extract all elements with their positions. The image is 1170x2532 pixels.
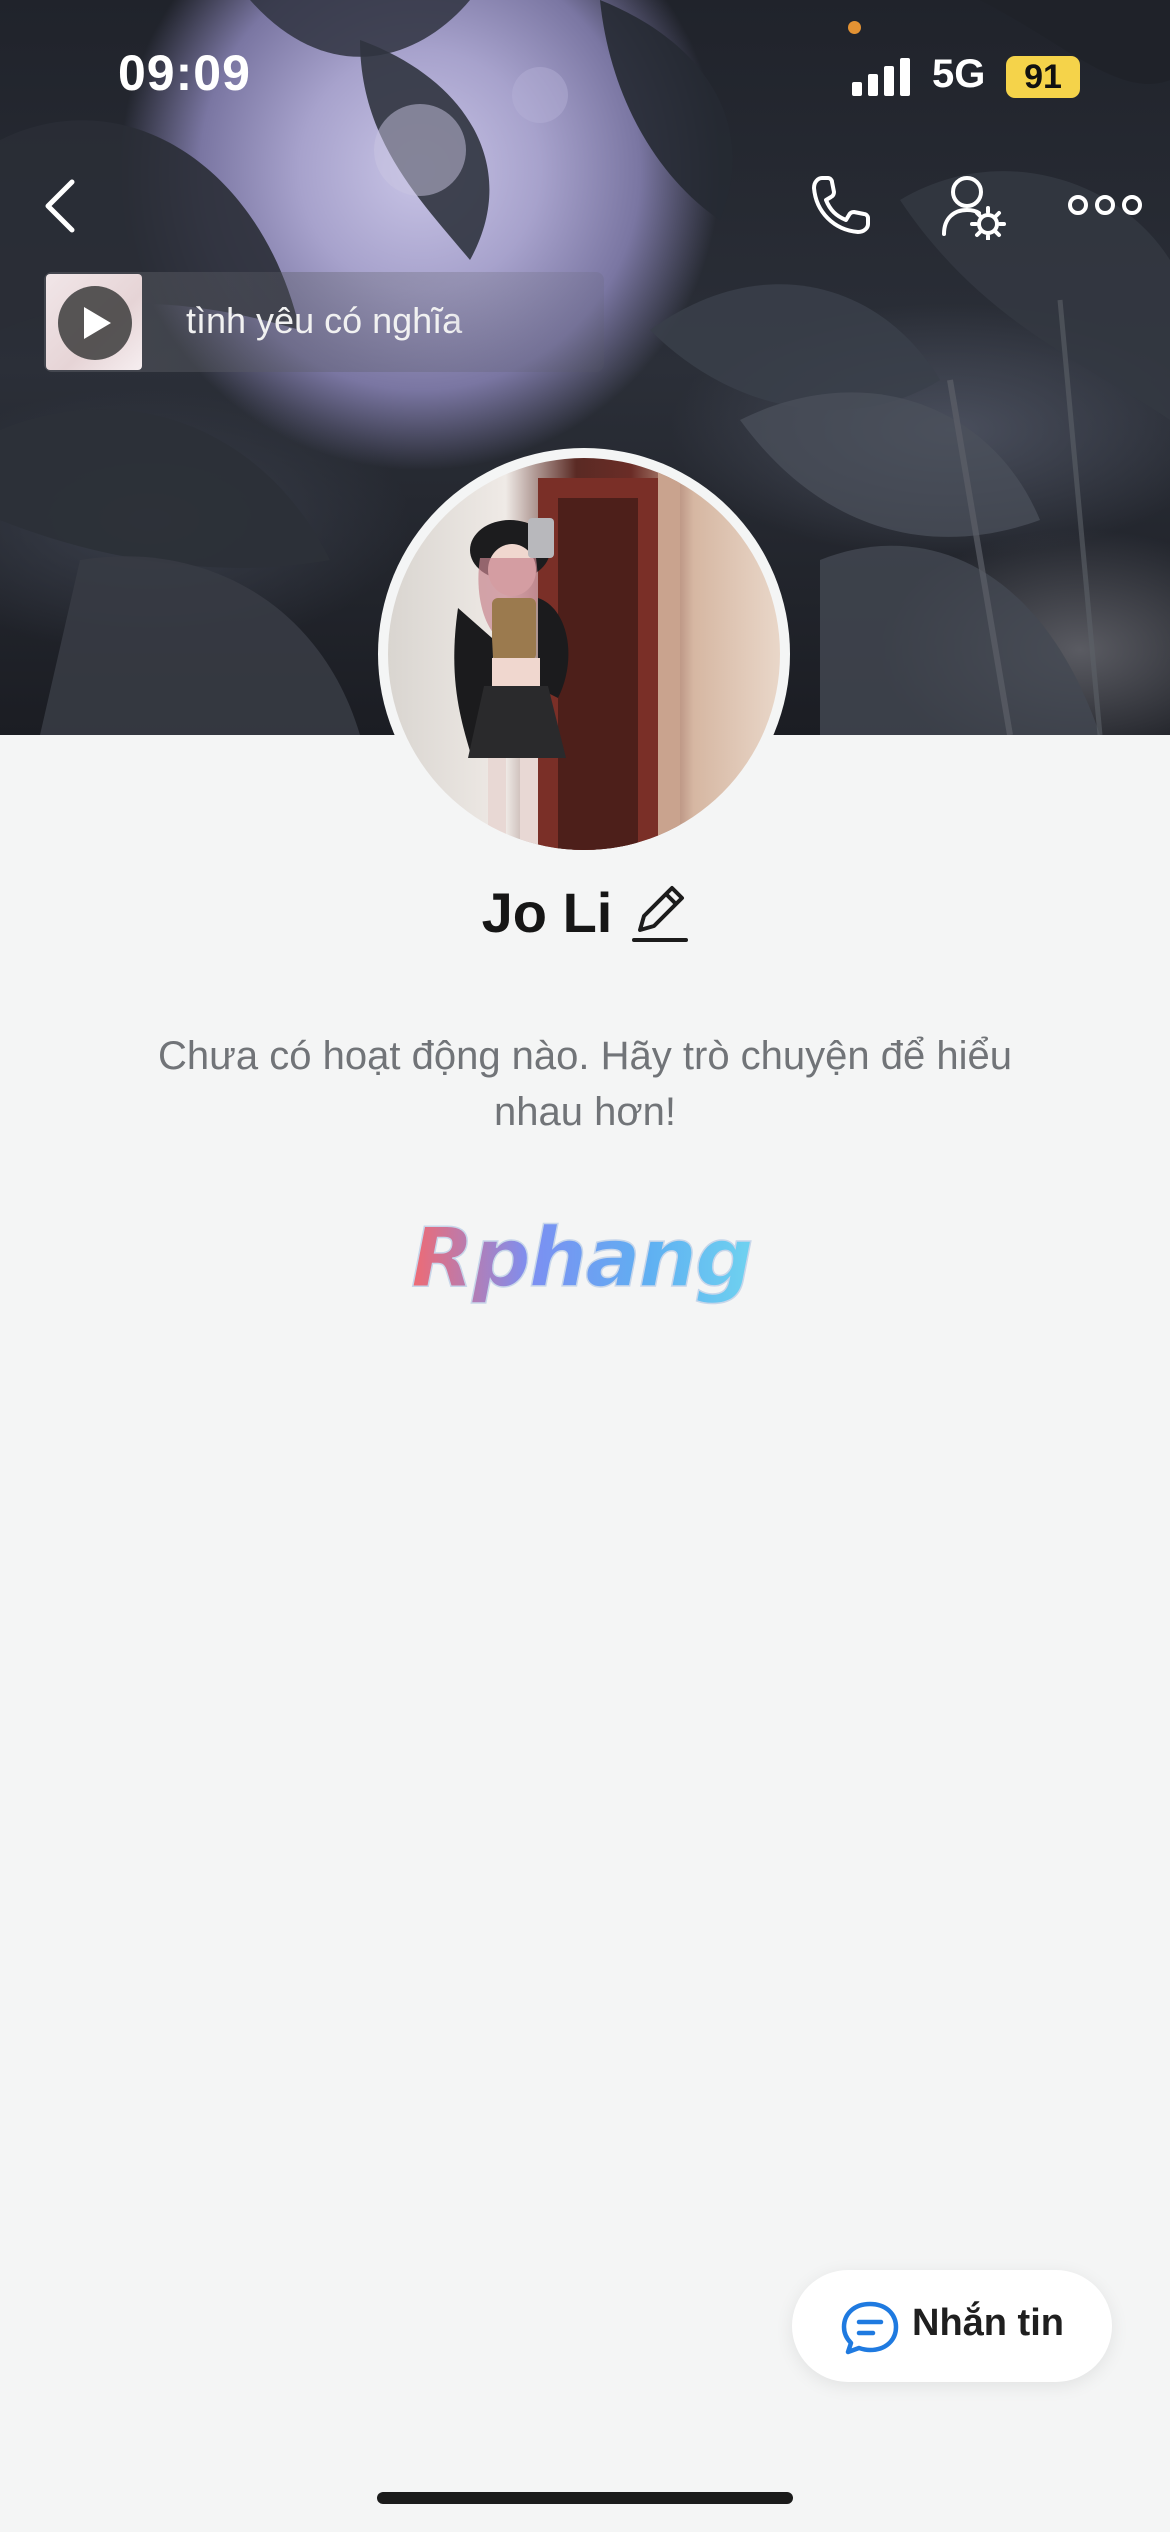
status-time: 09:09: [118, 45, 251, 101]
play-icon[interactable]: [58, 286, 132, 360]
watermark-text: Rphang: [411, 1211, 752, 1306]
profile-name-row: Jo Li: [0, 880, 1170, 945]
network-type: 5G: [932, 52, 986, 96]
message-button-label: Nhắn tin: [912, 2302, 1064, 2344]
watermark-logo: Rphang: [405, 1208, 765, 1308]
privacy-indicator-dot: [848, 21, 861, 34]
pencil-icon[interactable]: [632, 882, 689, 944]
music-title: tình yêu có nghĩa: [186, 300, 463, 341]
avatar-photo: [388, 458, 780, 850]
music-cover: [46, 274, 142, 370]
chat-bubble-icon: [841, 2301, 899, 2355]
chevron-left-icon[interactable]: [40, 178, 80, 234]
phone-icon[interactable]: [808, 172, 874, 238]
more-icon[interactable]: [1068, 190, 1142, 220]
profile-name: Jo Li: [481, 881, 613, 944]
profile-music[interactable]: tình yêu có nghĩa: [44, 272, 604, 372]
avatar[interactable]: [378, 448, 790, 860]
user-gear-icon[interactable]: [940, 172, 1006, 240]
message-button[interactable]: Nhắn tin: [792, 2270, 1112, 2382]
empty-activity-message: Chưa có hoạt động nào. Hãy trò chuyện để…: [157, 1034, 1013, 1134]
home-indicator[interactable]: [377, 2492, 793, 2504]
battery-indicator: 91: [1006, 56, 1080, 98]
signal-icon: [852, 58, 910, 96]
